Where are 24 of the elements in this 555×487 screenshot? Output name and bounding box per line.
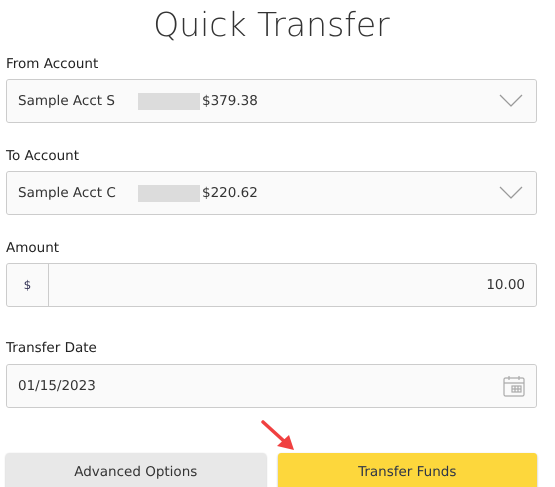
account-balance: $220.62: [202, 184, 258, 203]
redaction-block: [138, 184, 200, 202]
account-select[interactable]: Sample Acct S $379.38: [6, 79, 537, 123]
date-field[interactable]: 01/15/2023: [6, 364, 537, 408]
chevron-down-icon: [499, 94, 523, 108]
account-balance: $379.38: [202, 92, 258, 111]
redaction-block: [138, 92, 200, 110]
account-name: Sample Acct S: [18, 92, 116, 111]
amount-field[interactable]: $ 10.00: [6, 263, 537, 307]
field-label: From Account: [6, 55, 100, 73]
amount-value: 10.00: [485, 276, 526, 295]
arrow-icon: [261, 420, 297, 452]
field-label: Amount: [6, 239, 60, 257]
chevron-down-icon: [499, 186, 523, 200]
transfer-button[interactable]: Transfer Funds: [278, 453, 537, 487]
account-name: Sample Acct C: [18, 184, 117, 203]
field-label: To Account: [6, 147, 80, 165]
date-value: 01/15/2023: [18, 376, 97, 396]
calendar-icon[interactable]: [503, 375, 525, 397]
options-button[interactable]: Advanced Options: [6, 453, 266, 487]
account-select[interactable]: Sample Acct C $220.62: [6, 171, 537, 215]
field-label: Transfer Date: [6, 339, 98, 357]
currency-prefix: $: [7, 264, 49, 306]
page-title: Quick Transfer: [152, 5, 391, 45]
